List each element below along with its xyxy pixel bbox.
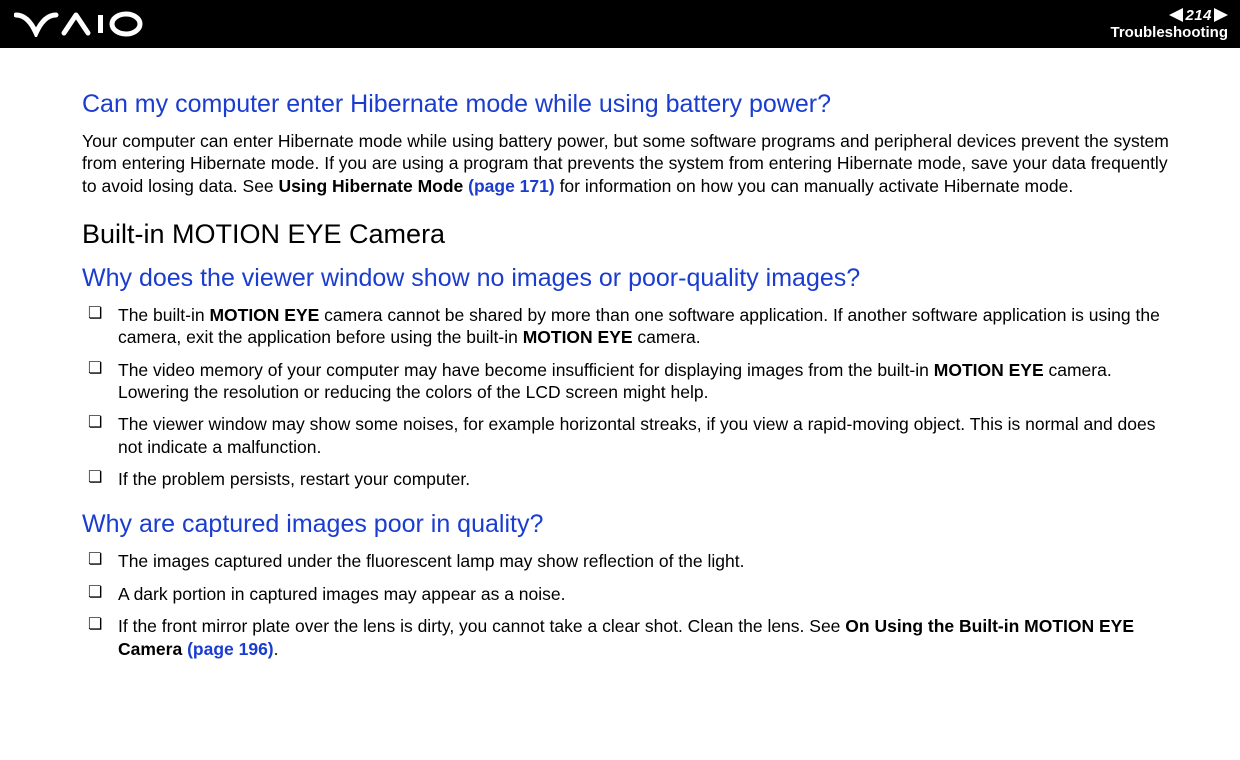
page-nav: 214 [1169,7,1228,24]
page-link-196[interactable]: (page 196) [187,639,274,659]
list-item: The video memory of your computer may ha… [82,359,1178,404]
section-label: Troubleshooting [1111,24,1229,41]
text: The video memory of your computer may ha… [118,360,934,380]
question-hibernate-body: Your computer can enter Hibernate mode w… [82,130,1178,197]
text: for information on how you can manually … [555,176,1073,196]
text-bold: MOTION EYE [209,305,319,325]
text: camera. [633,327,701,347]
text: The built-in [118,305,209,325]
text: If the problem persists, restart your co… [118,469,470,489]
vaio-logo-svg [14,11,164,37]
text: The images captured under the fluorescen… [118,551,744,571]
text: A dark portion in captured images may ap… [118,584,565,604]
text-bold: MOTION EYE [523,327,633,347]
list-item: The viewer window may show some noises, … [82,413,1178,458]
vaio-logo [14,11,164,37]
list-item: The built-in MOTION EYE camera cannot be… [82,304,1178,349]
nav-prev-icon[interactable] [1169,8,1183,22]
question-hibernate-title: Can my computer enter Hibernate mode whi… [82,88,1178,120]
section-heading-camera: Built-in MOTION EYE Camera [82,217,1178,252]
question-capture-list: The images captured under the fluorescen… [82,550,1178,660]
text: . [274,639,279,659]
question-viewer-list: The built-in MOTION EYE camera cannot be… [82,304,1178,491]
text: If the front mirror plate over the lens … [118,616,845,636]
list-item: If the problem persists, restart your co… [82,468,1178,490]
text-bold: MOTION EYE [934,360,1044,380]
page-header: 214 Troubleshooting [0,0,1240,48]
page-number: 214 [1185,7,1212,24]
page-link-171[interactable]: (page 171) [468,176,555,196]
text-bold: Using Hibernate Mode [279,176,469,196]
list-item: The images captured under the fluorescen… [82,550,1178,572]
question-viewer-title: Why does the viewer window show no image… [82,262,1178,294]
list-item: A dark portion in captured images may ap… [82,583,1178,605]
page-content: Can my computer enter Hibernate mode whi… [0,48,1240,660]
question-capture-title: Why are captured images poor in quality? [82,508,1178,540]
header-nav: 214 Troubleshooting [1111,7,1229,42]
text: The viewer window may show some noises, … [118,414,1156,456]
nav-next-icon[interactable] [1214,8,1228,22]
list-item: If the front mirror plate over the lens … [82,615,1178,660]
